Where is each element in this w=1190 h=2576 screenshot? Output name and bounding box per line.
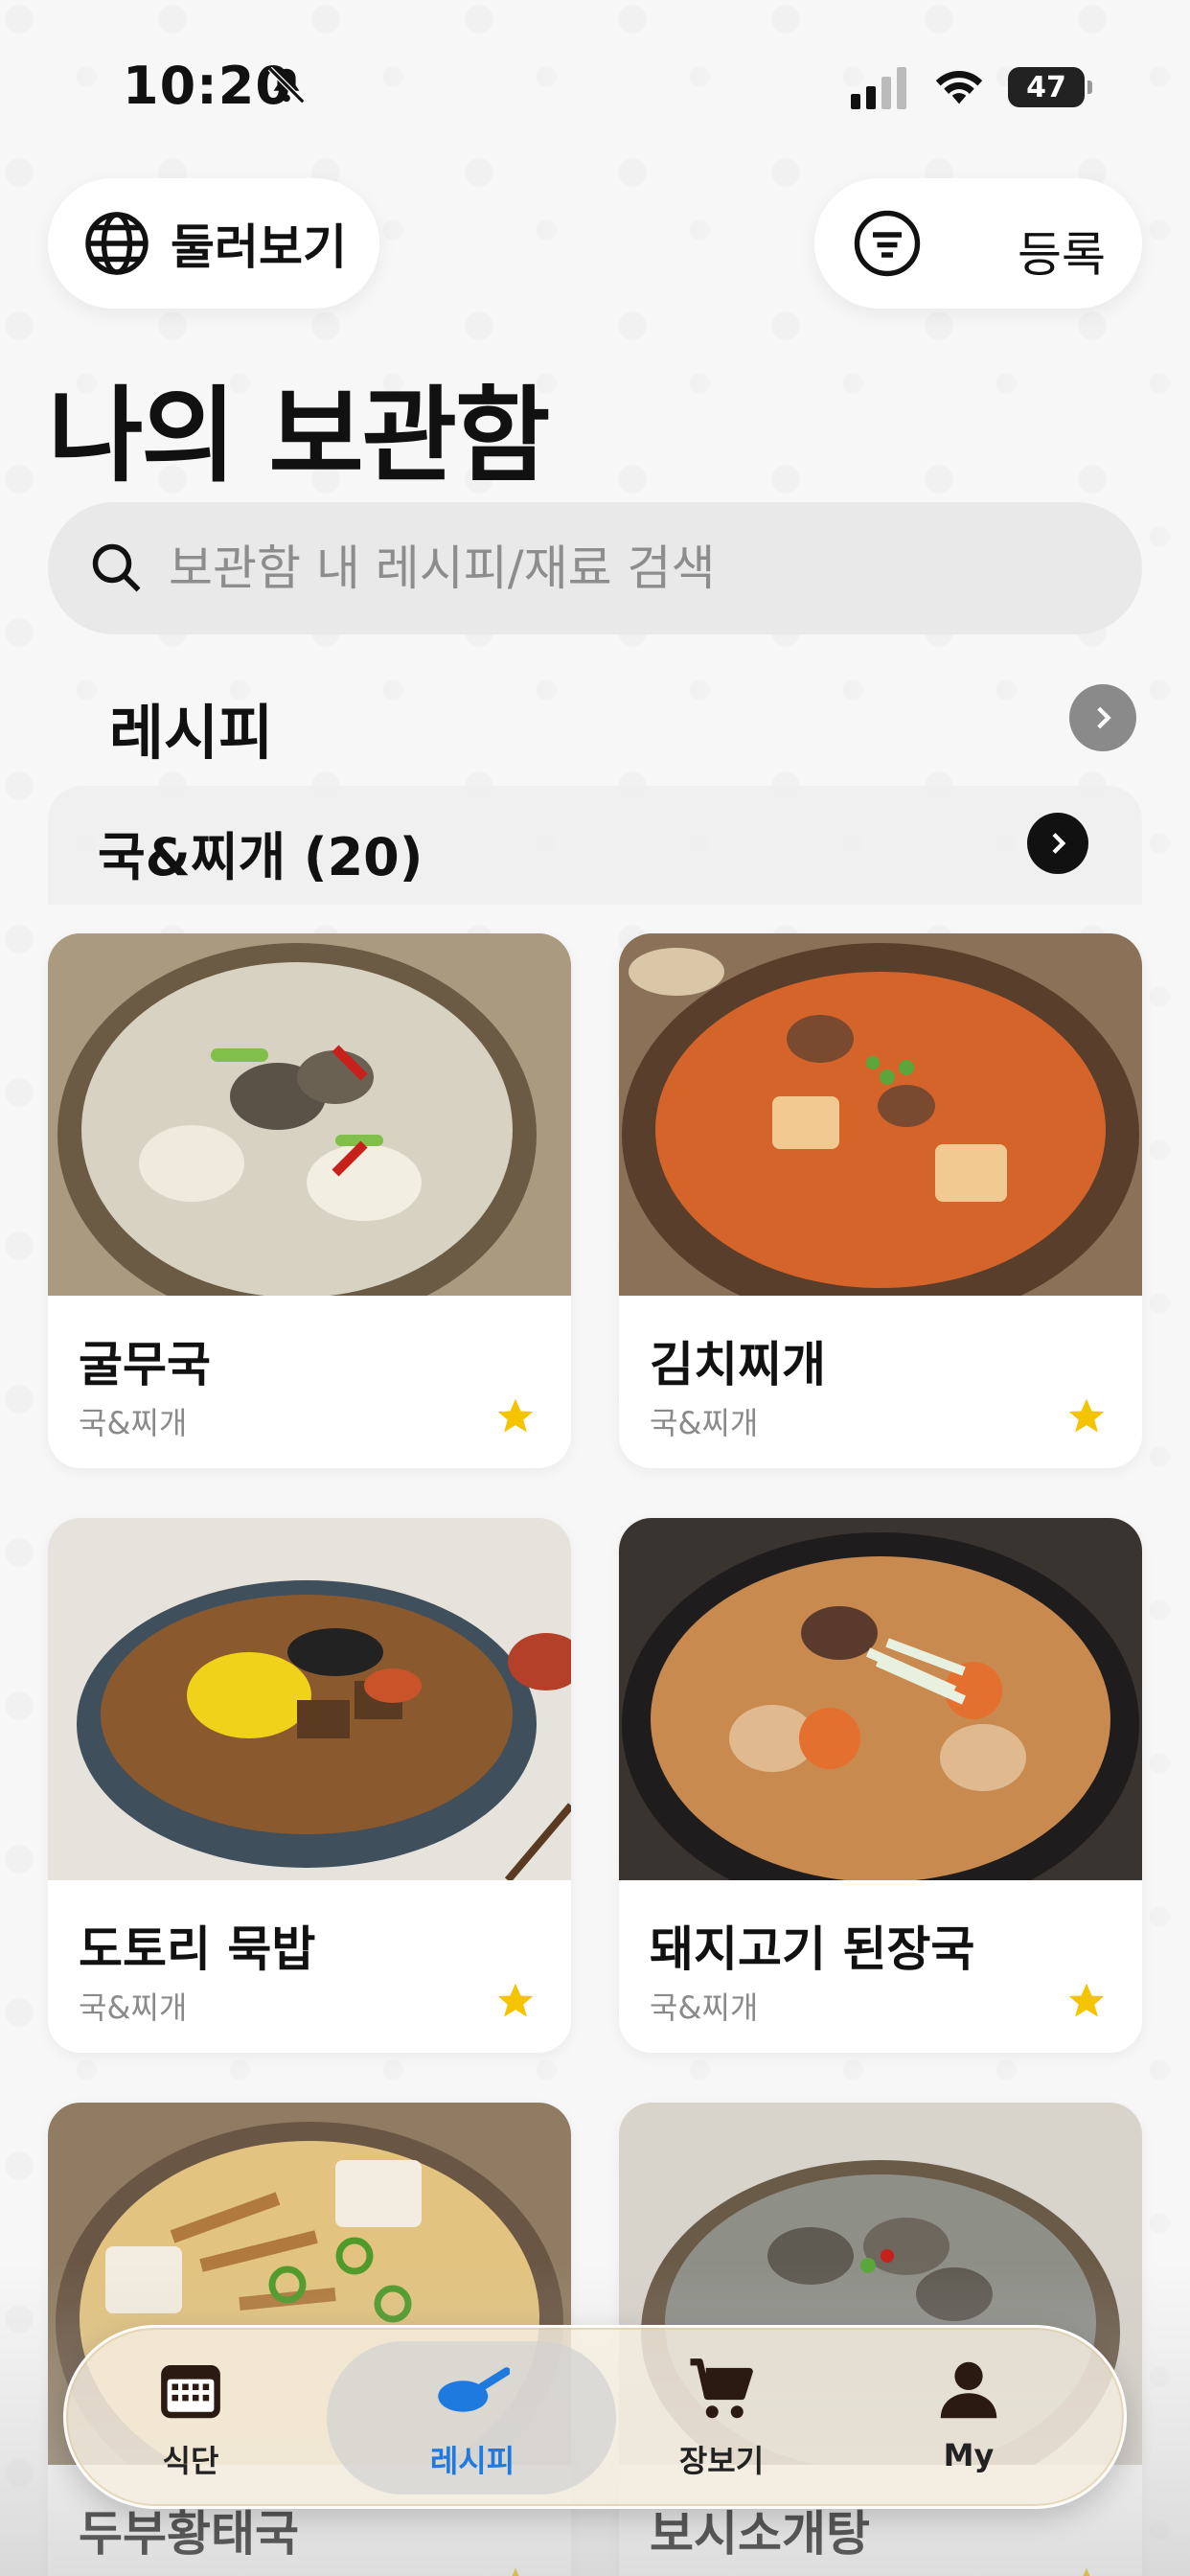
tab-recipe[interactable]: 레시피 xyxy=(377,2353,568,2496)
star-icon[interactable] xyxy=(494,1980,537,2022)
chevron-right-icon xyxy=(1052,833,1066,854)
status-bar: 10:20 47 xyxy=(0,0,1190,172)
category-more-button[interactable] xyxy=(1027,813,1088,874)
section-more-button[interactable] xyxy=(1069,684,1136,751)
tab-label: 장보기 xyxy=(678,2443,765,2479)
bell-muted-icon xyxy=(267,66,306,104)
bottom-tab-bar: 식단 레시피 장보기 My xyxy=(63,2325,1127,2509)
recipe-category: 국&찌개 xyxy=(79,1990,188,2026)
recipe-image xyxy=(619,1518,1142,1880)
recipe-category: 국&찌개 xyxy=(79,1405,188,1441)
recipe-image xyxy=(48,1518,571,1880)
recipe-name: 도토리 묵밥 xyxy=(79,1921,316,1977)
page-title: 나의 보관함 xyxy=(48,377,550,496)
recipe-section-header: 레시피 xyxy=(48,671,1142,768)
search-icon xyxy=(92,543,141,592)
star-icon[interactable] xyxy=(494,1395,537,1438)
recipe-card[interactable]: 김치찌개 국&찌개 xyxy=(619,933,1142,1468)
recipe-image xyxy=(619,933,1142,1296)
recipe-card[interactable]: 돼지고기 된장국 국&찌개 xyxy=(619,1518,1142,2053)
category-bar[interactable]: 국&찌개 (20) xyxy=(48,786,1142,905)
register-button[interactable]: 등록 xyxy=(1018,217,1106,286)
calendar-icon xyxy=(161,2365,220,2419)
section-title: 레시피 xyxy=(109,698,274,768)
tab-shopping[interactable]: 장보기 xyxy=(626,2353,817,2496)
globe-icon xyxy=(85,212,149,275)
recipe-card[interactable]: 도토리 묵밥 국&찌개 xyxy=(48,1518,571,2053)
filter-icon[interactable] xyxy=(853,209,922,278)
category-label: 국&찌개 (20) xyxy=(98,827,423,887)
person-icon xyxy=(940,2361,997,2419)
search-input[interactable] xyxy=(169,540,1088,596)
recipe-category: 국&찌개 xyxy=(79,2568,187,2576)
recipe-name: 굴무국 xyxy=(79,1337,211,1392)
search-bar xyxy=(48,502,1142,634)
recipe-name: 김치찌개 xyxy=(650,1337,826,1392)
recipe-category: 국&찌개 xyxy=(650,1405,759,1441)
star-icon[interactable] xyxy=(1065,2564,1108,2576)
star-icon[interactable] xyxy=(1065,1395,1108,1438)
frying-pan-icon xyxy=(438,2367,510,2412)
tab-label: 식단 xyxy=(162,2443,219,2479)
recipe-card[interactable]: 굴무국 국&찌개 xyxy=(48,933,571,1468)
recipe-category: 국&찌개 xyxy=(650,2568,758,2576)
tab-meal-plan[interactable]: 식단 xyxy=(95,2353,286,2496)
cellular-signal-icon xyxy=(851,67,906,109)
battery-indicator: 47 xyxy=(1008,67,1092,107)
recipe-image xyxy=(48,933,571,1296)
browse-button[interactable]: 둘러보기 xyxy=(48,178,379,309)
header-actions: 등록 xyxy=(814,178,1142,309)
star-icon[interactable] xyxy=(1065,1980,1108,2022)
tab-label: My xyxy=(943,2437,995,2473)
star-icon[interactable] xyxy=(494,2564,537,2576)
wifi-icon xyxy=(935,71,983,104)
recipe-category: 국&찌개 xyxy=(650,1990,759,2026)
recipe-name: 돼지고기 된장국 xyxy=(650,1921,975,1977)
chevron-right-icon xyxy=(1097,706,1111,729)
browse-label: 둘러보기 xyxy=(171,219,347,275)
cart-icon xyxy=(690,2358,753,2419)
tab-my[interactable]: My xyxy=(873,2353,1064,2496)
tab-label: 레시피 xyxy=(429,2443,515,2479)
